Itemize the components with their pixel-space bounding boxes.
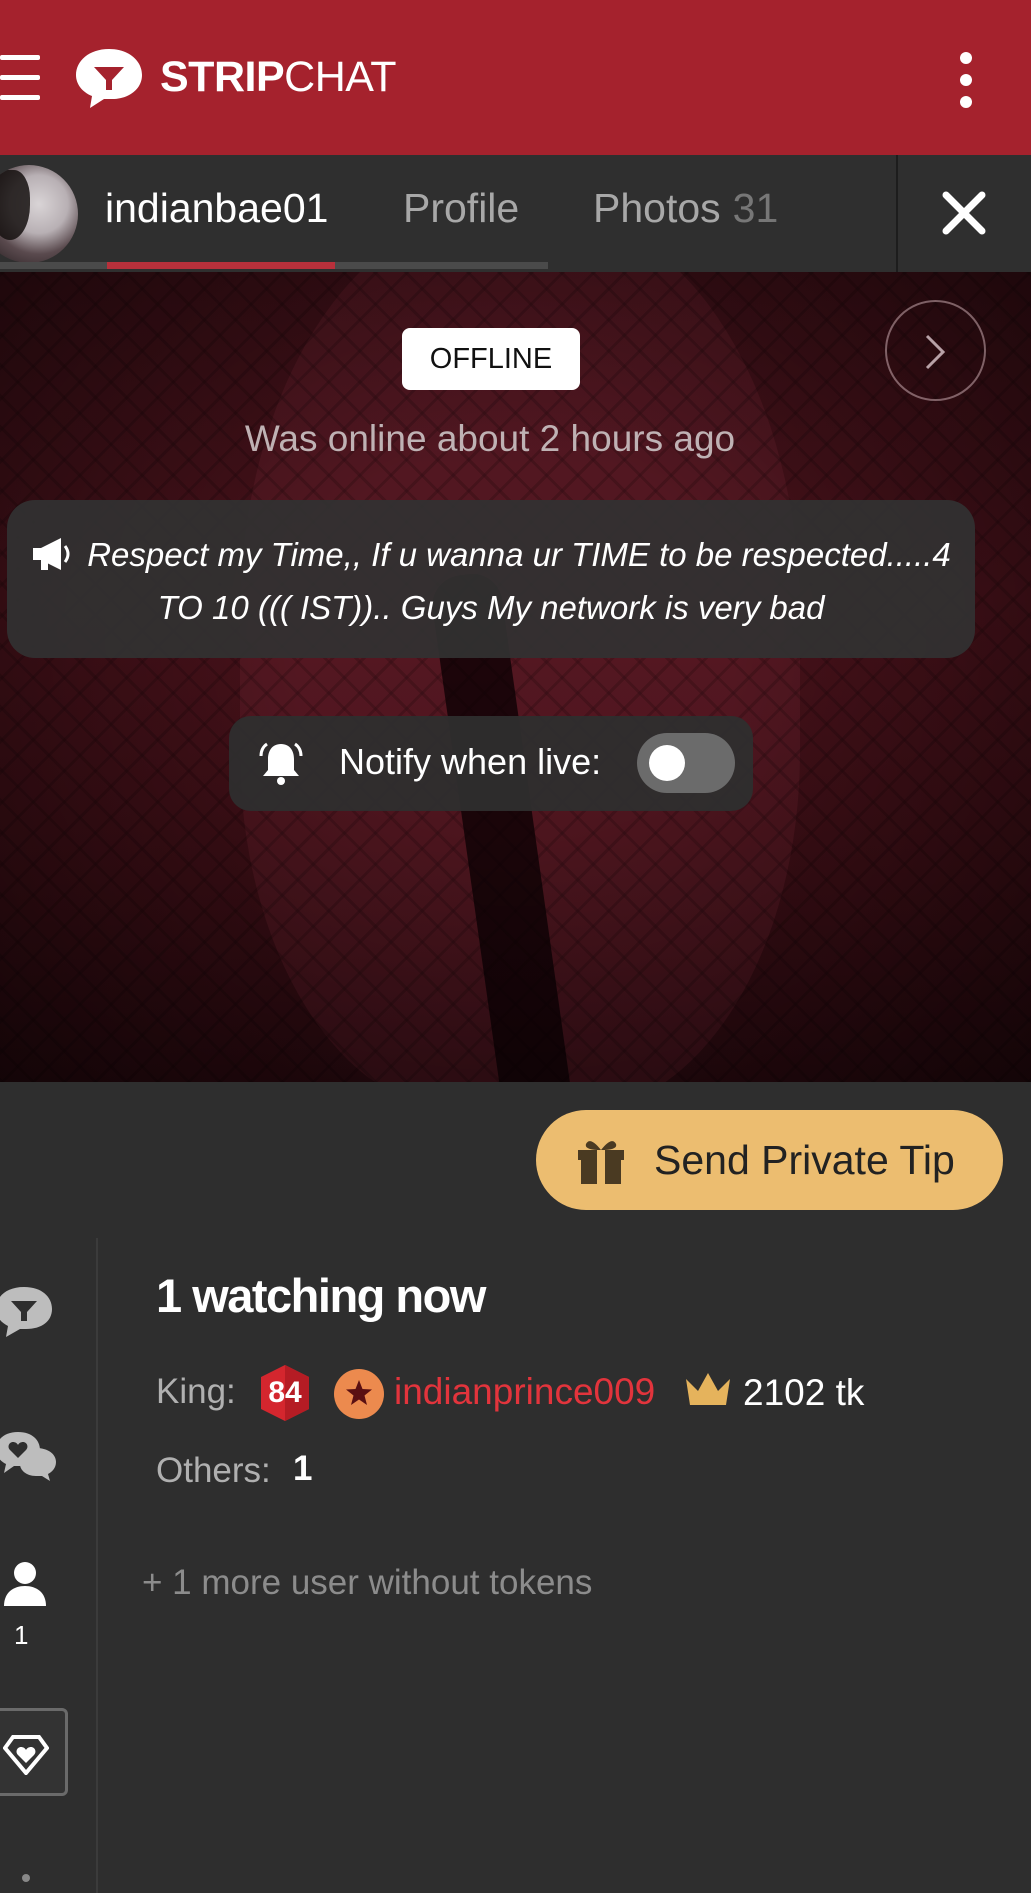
crown-icon (686, 1373, 730, 1405)
king-label: King: (156, 1372, 236, 1411)
diamond-button[interactable] (0, 1708, 68, 1796)
logo-text: STRIPCHAT (160, 53, 397, 101)
next-model-button[interactable] (885, 300, 986, 401)
users-count: 1 (14, 1620, 29, 1650)
tab-profile[interactable]: Profile (403, 185, 519, 232)
topic-box: Respect my Time,, If u wanna ur TIME to … (7, 500, 975, 658)
status-badge: OFFLINE (402, 328, 580, 390)
tab-photos[interactable]: Photos 31 (593, 185, 778, 232)
chat-hearts-icon[interactable] (0, 1430, 58, 1482)
send-private-tip-button[interactable]: Send Private Tip (536, 1110, 1003, 1210)
logo[interactable]: STRIPCHAT (74, 45, 397, 110)
others-count: 1 (293, 1449, 313, 1488)
more-indicator (22, 1874, 30, 1882)
chevron-right-icon (925, 334, 946, 370)
notify-box: Notify when live: (229, 716, 753, 811)
last-online-text: Was online about 2 hours ago (244, 418, 736, 459)
star-icon (346, 1380, 372, 1405)
notify-toggle[interactable] (637, 733, 735, 793)
tab-fade (770, 155, 896, 272)
tab-active-indicator (107, 262, 335, 269)
diamond-heart-icon (3, 1735, 49, 1775)
megaphone-icon (33, 538, 70, 570)
stripchat-logo-icon (76, 48, 142, 108)
close-icon (942, 191, 986, 235)
stream-preview (0, 272, 1031, 1082)
more-vertical-icon[interactable] (954, 50, 978, 110)
more-users-text: + 1 more user without tokens (142, 1563, 593, 1602)
tab-username[interactable]: indianbae01 (105, 185, 328, 232)
king-tokens: 2102 tk (743, 1372, 865, 1413)
chat-icon[interactable] (0, 1285, 54, 1337)
page: STRIPCHAT indianbae01 Profile Photos 31 O… (0, 0, 1031, 1893)
level-badge: 84 (255, 1363, 315, 1423)
star-badge (334, 1369, 384, 1419)
tab-photos-label: Photos (593, 185, 721, 231)
king-row: King: 84 indianprince009 2102 tk (156, 1363, 1016, 1423)
watching-count: 1 watching now (156, 1269, 486, 1322)
others-label: Others: (156, 1451, 271, 1490)
notify-label: Notify when live: (339, 741, 602, 782)
bell-icon (259, 742, 303, 785)
gift-icon (578, 1141, 624, 1184)
menu-icon[interactable] (0, 55, 42, 101)
topic-text: Respect my Time,, If u wanna ur TIME to … (87, 536, 951, 626)
close-button[interactable] (898, 155, 1031, 272)
app-header: STRIPCHAT (0, 0, 1031, 155)
tip-button-label: Send Private Tip (654, 1137, 955, 1183)
king-username-link[interactable]: indianprince009 (394, 1371, 655, 1413)
avatar[interactable] (0, 165, 78, 263)
user-icon[interactable] (2, 1560, 48, 1608)
